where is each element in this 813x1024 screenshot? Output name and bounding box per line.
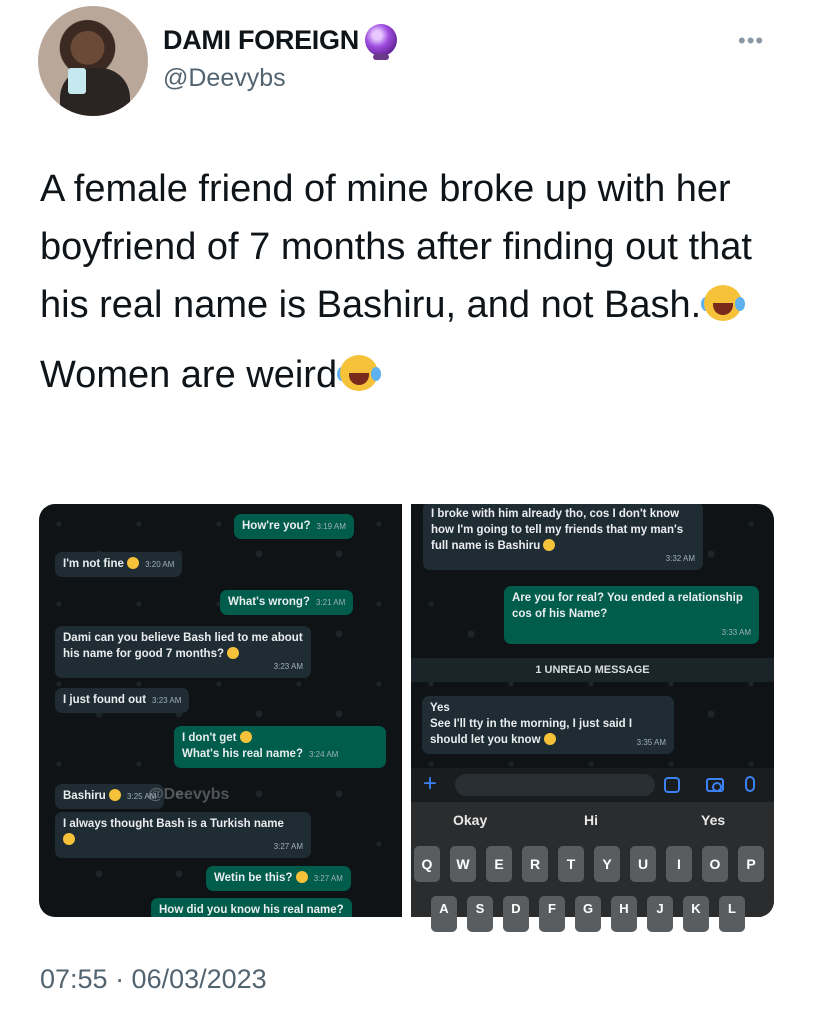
emoji-icon [543, 539, 556, 551]
key-j[interactable]: J [647, 896, 673, 932]
key-s[interactable]: S [467, 896, 493, 932]
emoji-icon [239, 731, 252, 743]
emoji-icon [109, 789, 122, 801]
message-bubble: Dami can you believe Bash lied to me abo… [55, 626, 311, 678]
key-h[interactable]: H [611, 896, 637, 932]
key-d[interactable]: D [503, 896, 529, 932]
message-bubble: I always thought Bash is a Turkish name 3… [55, 812, 311, 858]
on-screen-keyboard: Okay Hi Yes Q W E R T Y U I O P A S D F … [411, 802, 774, 932]
laughing-crying-emoji-icon [701, 283, 746, 323]
avatar-phone [68, 68, 86, 94]
tweet-body: A female friend of mine broke up with he… [40, 160, 780, 404]
plus-icon[interactable]: + [423, 770, 437, 798]
key-y[interactable]: Y [594, 846, 620, 882]
key-w[interactable]: W [450, 846, 476, 882]
message-bubble: I don't get What's his real name? 3:24 AM [174, 726, 386, 768]
sticker-icon[interactable] [664, 777, 680, 793]
message-bubble: I broke with him already tho, cos I don'… [423, 504, 703, 570]
message-bubble: How're you? 3:19 AM [234, 514, 354, 539]
camera-icon[interactable] [706, 778, 724, 792]
message-bubble: Are you for real? You ended a relationsh… [504, 586, 759, 644]
tweet-paragraph-1: A female friend of mine broke up with he… [40, 168, 752, 326]
key-p[interactable]: P [738, 846, 764, 882]
emoji-icon [543, 733, 556, 745]
key-u[interactable]: U [630, 846, 656, 882]
key-k[interactable]: K [683, 896, 709, 932]
author-name-row: DAMI FOREIGN [163, 24, 397, 60]
emoji-icon [227, 647, 240, 659]
more-options-icon[interactable]: ••• [738, 28, 764, 54]
emoji-icon [295, 871, 308, 883]
message-input[interactable] [455, 774, 655, 796]
suggestion-hi[interactable]: Hi [584, 812, 598, 828]
suggestion-okay[interactable]: Okay [453, 812, 487, 828]
laughing-crying-emoji-icon [337, 353, 382, 393]
microphone-icon[interactable] [745, 776, 755, 792]
key-i[interactable]: I [666, 846, 692, 882]
message-bubble: I'm not fine 3:20 AM [55, 552, 183, 577]
key-q[interactable]: Q [414, 846, 440, 882]
tweet-paragraph-2: Women are weird [40, 346, 780, 404]
key-o[interactable]: O [702, 846, 728, 882]
author-avatar[interactable] [38, 6, 148, 116]
tweet-timestamp[interactable]: 07:55 · 06/03/2023 [40, 964, 267, 995]
author-display-name[interactable]: DAMI FOREIGN [163, 25, 359, 56]
message-bubble: Wetin be this? 3:27 AM [206, 866, 351, 891]
message-bubble: How did you know his real name? [151, 898, 352, 917]
key-t[interactable]: T [558, 846, 584, 882]
compose-bar: + [411, 768, 774, 802]
chat-screenshot-left[interactable]: How're you? 3:19 AM I'm not fine 3:20 AM … [39, 504, 402, 917]
message-bubble: I just found out 3:23 AM [55, 688, 190, 713]
key-f[interactable]: F [539, 896, 565, 932]
unread-messages-divider: 1 UNREAD MESSAGE [411, 658, 774, 682]
message-bubble: What's wrong? 3:21 AM [220, 590, 354, 615]
crystal-ball-icon [364, 24, 397, 60]
author-handle[interactable]: @Deevybs [163, 64, 286, 93]
watermark: @Deevybs [148, 786, 230, 803]
key-r[interactable]: R [522, 846, 548, 882]
emoji-icon [63, 833, 75, 845]
key-e[interactable]: E [486, 846, 512, 882]
message-bubble: Yes See I'll tty in the morning, I just s… [422, 696, 674, 754]
key-l[interactable]: L [719, 896, 745, 932]
suggestion-yes[interactable]: Yes [701, 812, 725, 828]
key-a[interactable]: A [431, 896, 457, 932]
key-g[interactable]: G [575, 896, 601, 932]
emoji-icon [127, 557, 140, 569]
